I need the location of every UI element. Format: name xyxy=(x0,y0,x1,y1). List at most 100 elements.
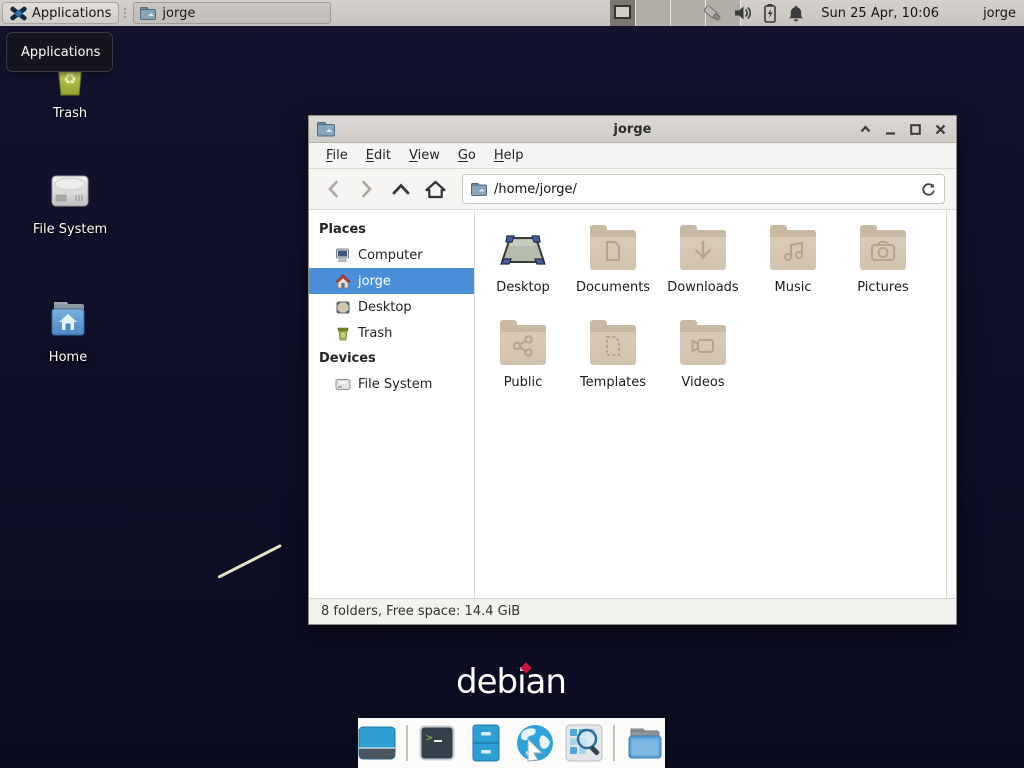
window-content: Places Computer jorge xyxy=(309,210,956,598)
menu-help[interactable]: Help xyxy=(485,143,533,168)
sidebar-item-desktop[interactable]: Desktop xyxy=(309,294,474,320)
shade-button[interactable] xyxy=(857,121,873,137)
volume-tray-icon[interactable] xyxy=(733,4,753,22)
marker-tool-tray-icon[interactable] xyxy=(701,3,723,23)
vertical-scrollbar xyxy=(946,210,956,598)
show-desktop-button[interactable] xyxy=(358,723,396,763)
svg-text:♻: ♻ xyxy=(63,70,76,88)
back-button[interactable] xyxy=(318,174,348,204)
file-item-downloads-label: Downloads xyxy=(667,280,738,295)
maximize-button[interactable] xyxy=(907,121,923,137)
show-desktop-icon xyxy=(358,724,396,762)
window-titlebar[interactable]: jorge xyxy=(309,116,956,143)
file-item-pictures-label: Pictures xyxy=(857,280,908,295)
desktop-icon-filesystem[interactable]: File System xyxy=(20,166,120,237)
desktop-surface-icon xyxy=(497,226,549,274)
menu-file[interactable]: File xyxy=(317,143,357,168)
trash-small-icon: ♻ xyxy=(335,326,351,341)
menu-go[interactable]: Go xyxy=(449,143,485,168)
pathbar-folder-icon xyxy=(471,183,487,196)
videos-folder-icon xyxy=(680,325,726,365)
svg-text:>: > xyxy=(426,731,433,744)
file-item-desktop[interactable]: Desktop xyxy=(478,220,568,315)
panel-user-label[interactable]: jorge xyxy=(983,6,1016,21)
file-item-templates-label: Templates xyxy=(580,375,646,390)
sidebar: Places Computer jorge xyxy=(309,210,475,598)
file-item-documents[interactable]: Documents xyxy=(568,220,658,315)
terminal-launcher[interactable]: > xyxy=(418,723,456,763)
path-text[interactable]: /home/jorge/ xyxy=(494,182,914,197)
file-manager-launcher[interactable] xyxy=(625,723,665,763)
workspace-window-preview xyxy=(614,5,631,19)
dock-separator xyxy=(613,725,615,761)
file-item-desktop-label: Desktop xyxy=(496,280,550,295)
sidebar-item-filesystem-label: File System xyxy=(358,377,432,392)
minimize-button[interactable] xyxy=(882,121,898,137)
file-item-templates[interactable]: Templates xyxy=(568,315,658,410)
music-folder-icon xyxy=(770,230,816,270)
file-item-public-label: Public xyxy=(504,375,542,390)
computer-icon xyxy=(335,248,351,263)
pictures-folder-icon xyxy=(860,230,906,270)
file-item-videos[interactable]: Videos xyxy=(658,315,748,410)
workspace-1[interactable] xyxy=(610,0,636,26)
file-manager-window: jorge File Edit View Go Help xyxy=(308,115,957,625)
desktop-icon-home[interactable]: Home xyxy=(18,294,118,365)
app-finder-icon xyxy=(565,724,603,762)
taskbar-window-label: jorge xyxy=(162,6,195,21)
file-cabinet-launcher[interactable] xyxy=(467,723,505,763)
dock-folder-icon xyxy=(625,725,665,761)
desktop-icon-trash-label: Trash xyxy=(53,106,87,121)
top-panel: Applications jorge xyxy=(0,0,1024,26)
applications-menu-icon xyxy=(10,5,27,22)
sidebar-devices-header: Devices xyxy=(309,346,474,371)
downloads-folder-icon xyxy=(680,230,726,270)
file-grid: Desktop Documents Downloads xyxy=(475,210,946,598)
file-item-videos-label: Videos xyxy=(681,375,724,390)
close-button[interactable] xyxy=(932,121,948,137)
file-item-public[interactable]: Public xyxy=(478,315,568,410)
panel-clock[interactable]: Sun 25 Apr, 10:06 xyxy=(821,6,939,21)
menu-edit[interactable]: Edit xyxy=(357,143,400,168)
home-folder-icon xyxy=(44,294,92,342)
applications-tooltip-text: Applications xyxy=(21,45,100,60)
panel-handle-icon[interactable] xyxy=(121,4,129,22)
system-tray: Sun 25 Apr, 10:06 jorge xyxy=(701,0,1024,26)
sidebar-item-trash[interactable]: ♻ Trash xyxy=(309,320,474,346)
battery-tray-icon[interactable] xyxy=(763,3,777,23)
terminal-icon: > xyxy=(419,725,455,761)
sidebar-item-desktop-label: Desktop xyxy=(358,300,412,315)
web-browser-globe-icon xyxy=(515,723,555,763)
debian-logo-text: debian xyxy=(456,662,566,702)
file-item-music[interactable]: Music xyxy=(748,220,838,315)
documents-folder-icon xyxy=(590,230,636,270)
path-bar[interactable]: /home/jorge/ xyxy=(462,174,945,204)
applications-menu-label: Applications xyxy=(32,6,111,21)
toolbar: /home/jorge/ xyxy=(309,169,956,210)
app-finder-launcher[interactable] xyxy=(565,723,603,763)
sidebar-item-computer[interactable]: Computer xyxy=(309,242,474,268)
templates-folder-icon xyxy=(590,325,636,365)
web-browser-launcher[interactable] xyxy=(515,723,555,763)
taskbar-window-button[interactable]: jorge xyxy=(133,2,331,24)
statusbar-text: 8 folders, Free space: 14.4 GiB xyxy=(321,604,520,619)
notification-bell-tray-icon[interactable] xyxy=(787,4,805,23)
sidebar-item-trash-label: Trash xyxy=(358,326,392,341)
reload-icon[interactable] xyxy=(921,182,936,197)
up-button[interactable] xyxy=(386,174,416,204)
applications-tooltip: Applications xyxy=(6,32,113,72)
forward-button[interactable] xyxy=(352,174,382,204)
drive-small-icon xyxy=(335,378,351,391)
desktop-icon-filesystem-label: File System xyxy=(33,222,107,237)
home-button[interactable] xyxy=(420,174,450,204)
sidebar-item-jorge[interactable]: jorge xyxy=(309,268,474,294)
file-cabinet-icon xyxy=(470,724,502,762)
desktop-place-icon xyxy=(335,300,351,315)
sidebar-item-filesystem[interactable]: File System xyxy=(309,371,474,397)
file-item-downloads[interactable]: Downloads xyxy=(658,220,748,315)
applications-menu-button[interactable]: Applications xyxy=(2,2,119,24)
workspace-2[interactable] xyxy=(636,0,671,26)
file-item-pictures[interactable]: Pictures xyxy=(838,220,928,315)
desktop-icon-home-label: Home xyxy=(49,350,87,365)
menu-view[interactable]: View xyxy=(400,143,449,168)
